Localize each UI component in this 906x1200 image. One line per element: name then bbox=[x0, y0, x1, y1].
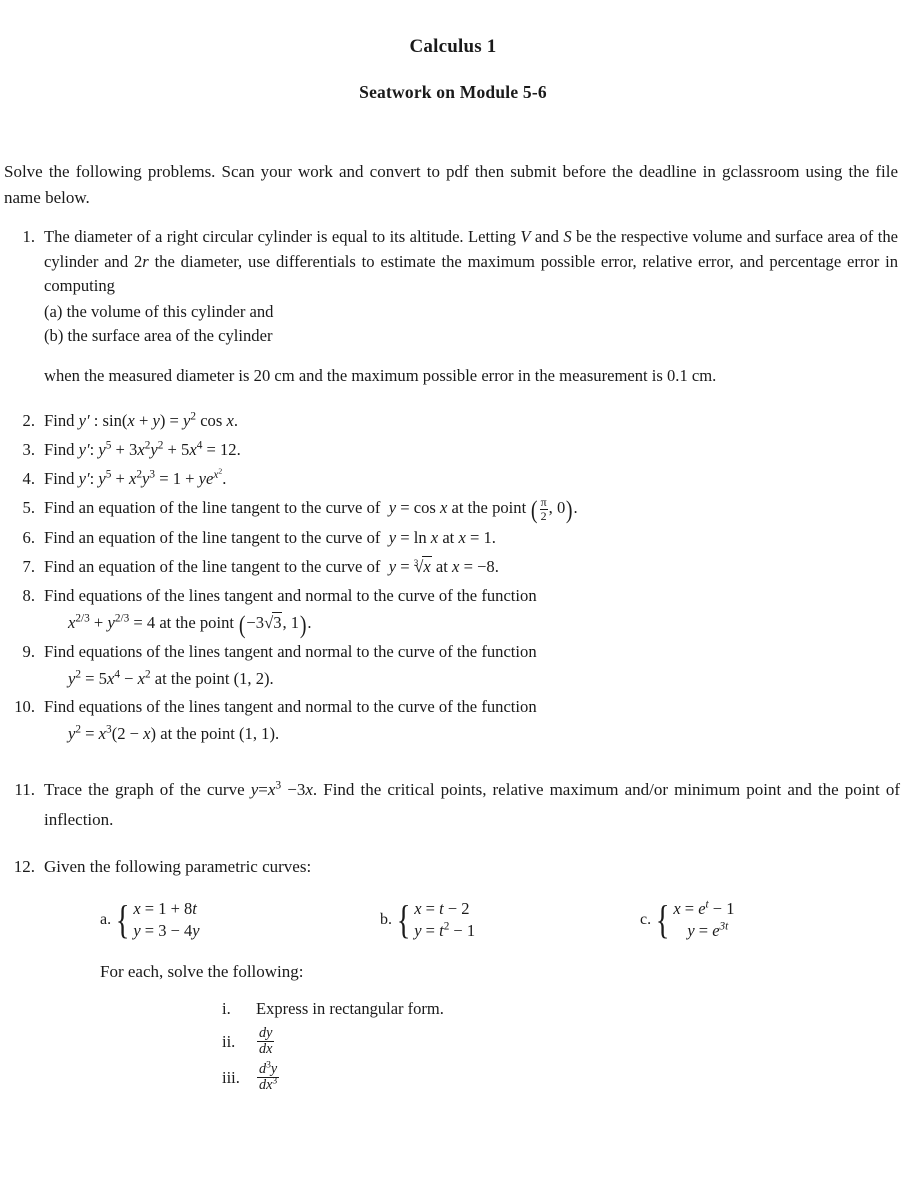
problem-12-marker: 12. bbox=[13, 857, 35, 877]
problem-item-9: 9. Find equations of the lines tangent a… bbox=[5, 640, 906, 692]
problem-item-1: 1. The diameter of a right circular cyli… bbox=[0, 225, 906, 390]
problem-10-marker: 10. bbox=[14, 697, 35, 717]
problem-10-text: Find equations of the lines tangent and … bbox=[44, 697, 537, 717]
problem-6-marker: 6. bbox=[22, 528, 35, 548]
subitem-ii-text: dy dx bbox=[256, 1025, 906, 1058]
problem-4-marker: 4. bbox=[22, 469, 35, 489]
brace-icon: { bbox=[655, 896, 670, 942]
parametric-a-x: x = 1 + 8t bbox=[133, 898, 197, 918]
problem-4-body: Find y′: y5 + x2y3 = 1 + yex2. bbox=[44, 465, 227, 489]
problem-item-10: 10. Find equations of the lines tangent … bbox=[5, 695, 906, 747]
problem-item-8: 8. Find equations of the lines tangent a… bbox=[5, 584, 906, 640]
derivative-first-fraction: dy dx bbox=[257, 1025, 275, 1058]
problem-1-body: The diameter of a right circular cylinde… bbox=[44, 225, 906, 390]
parametric-b-x: x = t − 2 bbox=[414, 898, 470, 918]
problem-7-marker: 7. bbox=[22, 557, 35, 577]
brace-icon: { bbox=[396, 896, 411, 942]
problem-item-12: 12. Given the following parametric curve… bbox=[0, 854, 906, 880]
problem-2-body: Find y′ : sin(x + y) = y2 cos x. bbox=[44, 410, 238, 431]
problem-7-body: Find an equation of the line tangent to … bbox=[44, 556, 499, 577]
subitem-iii-marker: iii. bbox=[222, 1067, 240, 1087]
subitem-iii: iii. d3y dx3 bbox=[222, 1058, 906, 1094]
problem-1-subitems: (a) the volume of this cylinder and (b) … bbox=[44, 300, 898, 347]
problem-item-4: 4. Find y′: y5 + x2y3 = 1 + yex2. bbox=[5, 467, 906, 492]
parametric-a-y: y = 3 − 4y bbox=[133, 920, 200, 940]
problem-10-body: Find equations of the lines tangent and … bbox=[44, 695, 906, 747]
parametric-curve-b: b. { x = t − 2 y = t2 − 1 bbox=[380, 898, 640, 942]
problem-5-body: Find an equation of the line tangent to … bbox=[44, 495, 578, 525]
parametric-b-y: y = t2 − 1 bbox=[414, 920, 476, 940]
problem-10-equation: y2 = x3(2 − x) at the point (1, 1). bbox=[68, 723, 280, 744]
problem-12-body: Given the following parametric curves: bbox=[44, 857, 312, 877]
problems-2-to-10: 2. Find y′ : sin(x + y) = y2 cos x. 3. F… bbox=[0, 409, 906, 747]
subitem-ii-marker: ii. bbox=[222, 1031, 236, 1051]
derivative-third-fraction: d3y dx3 bbox=[257, 1058, 280, 1094]
subitem-ii: ii. dy dx bbox=[222, 1025, 906, 1058]
document-page: Calculus 1 Seatwork on Module 5-6 Solve … bbox=[0, 0, 906, 1200]
brace-icon: { bbox=[115, 896, 130, 942]
problem-9-text: Find equations of the lines tangent and … bbox=[44, 641, 537, 661]
problem-item-5: 5. Find an equation of the line tangent … bbox=[5, 495, 906, 525]
parametric-a-equations: x = 1 + 8t y = 3 − 4y bbox=[133, 898, 199, 942]
parametric-c-x: x = et − 1 bbox=[673, 898, 735, 918]
page-subtitle: Seatwork on Module 5-6 bbox=[359, 82, 547, 102]
problem-item-2: 2. Find y′ : sin(x + y) = y2 cos x. bbox=[5, 409, 906, 434]
for-each-instruction: For each, solve the following: bbox=[100, 962, 304, 982]
problem-8-text: Find equations of the lines tangent and … bbox=[44, 586, 537, 606]
parametric-c-label: c. bbox=[640, 910, 652, 928]
problem-item-3: 3. Find y′: y5 + 3x2y2 + 5x4 = 12. bbox=[5, 438, 906, 463]
problem-5-marker: 5. bbox=[22, 498, 35, 518]
problem-item-11: 11. Trace the graph of the curve y=x3 −3… bbox=[0, 775, 906, 835]
parametric-a-label: a. bbox=[100, 910, 112, 928]
problem-9-equation: y2 = 5x4 − x2 at the point (1, 2). bbox=[68, 668, 274, 688]
problem-11-marker: 11. bbox=[14, 779, 35, 799]
problem-1-marker: 1. bbox=[22, 226, 35, 246]
problem-2-marker: 2. bbox=[22, 411, 35, 431]
problem-1-text: The diameter of a right circular cylinde… bbox=[44, 226, 899, 296]
parametric-b-label: b. bbox=[380, 910, 392, 928]
problem-8-body: Find equations of the lines tangent and … bbox=[44, 584, 906, 640]
problem-9-marker: 9. bbox=[22, 641, 35, 661]
instructions-paragraph: Solve the following problems. Scan your … bbox=[4, 162, 898, 207]
subitem-i-marker: i. bbox=[222, 999, 231, 1019]
problem-8-equation: x2/3 + y2/3 = 4 at the point (−3√3, 1). bbox=[68, 611, 312, 640]
parametric-c-equations: x = et − 1 y = e3t bbox=[673, 898, 734, 942]
problem-9-body: Find equations of the lines tangent and … bbox=[44, 640, 906, 692]
problem-3-marker: 3. bbox=[22, 440, 35, 460]
problem-3-body: Find y′: y5 + 3x2y2 + 5x4 = 12. bbox=[44, 439, 241, 460]
subitem-i-text: Express in rectangular form. bbox=[256, 999, 444, 1019]
problem-1-sub-b: (b) the surface area of the cylinder bbox=[44, 325, 273, 345]
problem-1-sub-a: (a) the volume of this cylinder and bbox=[44, 302, 274, 322]
parametric-curve-a: a. { x = 1 + 8t y = 3 − 4y bbox=[100, 898, 380, 942]
problem-item-7: 7. Find an equation of the line tangent … bbox=[5, 555, 906, 580]
problem-item-6: 6. Find an equation of the line tangent … bbox=[5, 526, 906, 551]
subitem-i: i. Express in rectangular form. bbox=[222, 996, 906, 1022]
parametric-b-equations: x = t − 2 y = t2 − 1 bbox=[414, 898, 475, 942]
parametric-curves-row: a. { x = 1 + 8t y = 3 − 4y b. { x = t − … bbox=[0, 898, 906, 942]
problem-8-marker: 8. bbox=[22, 586, 35, 606]
parametric-curve-c: c. { x = et − 1 y = e3t bbox=[640, 898, 734, 942]
problem-11-body: Trace the graph of the curve y=x3 −3x. F… bbox=[44, 778, 900, 829]
problem-12-subitems: i. Express in rectangular form. ii. dy d… bbox=[0, 996, 906, 1093]
page-title: Calculus 1 bbox=[409, 36, 497, 57]
parametric-c-y: y = e3t bbox=[687, 920, 729, 940]
subitem-iii-text: d3y dx3 bbox=[256, 1058, 906, 1094]
problem-6-body: Find an equation of the line tangent to … bbox=[44, 528, 496, 548]
problem-1-tail: when the measured diameter is 20 cm and … bbox=[44, 366, 717, 386]
